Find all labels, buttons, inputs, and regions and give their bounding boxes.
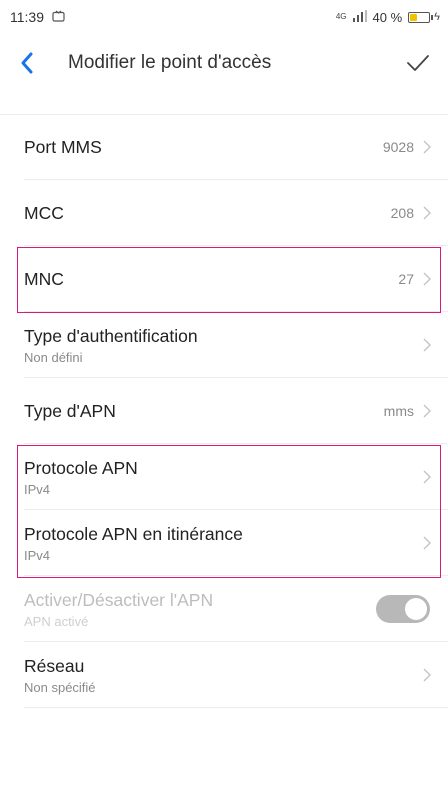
- signal-icon: [352, 9, 367, 25]
- notification-icon: [52, 9, 65, 25]
- row-text: Protocole APN IPv4: [24, 458, 422, 497]
- setting-row-auth-type[interactable]: Type d'authentification Non défini: [0, 312, 448, 378]
- status-left: 11:39: [10, 9, 65, 25]
- chevron-left-icon: [21, 52, 33, 74]
- chevron-right-icon: [423, 536, 431, 550]
- row-text: Réseau Non spécifié: [24, 656, 422, 695]
- setting-subtitle: IPv4: [24, 547, 51, 563]
- chevron-right-icon: [423, 272, 431, 286]
- settings-list: Port MMS 9028 MCC 208 MNC 27 Type d'auth…: [0, 114, 448, 708]
- setting-value: 9028: [382, 139, 414, 155]
- row-text: Protocole APN en itinérance IPv4: [24, 524, 422, 563]
- clock: 11:39: [10, 9, 44, 25]
- setting-row-apn-enable: Activer/Désactiver l'APN APN activé: [0, 576, 448, 642]
- setting-row-port-mms[interactable]: Port MMS 9028: [0, 114, 448, 180]
- setting-label: Port MMS: [24, 136, 102, 157]
- back-button[interactable]: [20, 48, 50, 78]
- battery-percent: 40 %: [372, 9, 403, 25]
- battery-icon: ϟ: [408, 11, 440, 23]
- row-text: Type d'APN: [24, 401, 384, 422]
- status-right: 4G 40 % ϟ: [335, 9, 440, 25]
- page-title: Modifier le point d'accès: [68, 52, 272, 73]
- setting-value: 208: [390, 205, 414, 221]
- setting-row-mnc[interactable]: MNC 27: [0, 246, 448, 312]
- setting-row-network[interactable]: Réseau Non spécifié: [0, 642, 448, 708]
- setting-label: Activer/Désactiver l'APN: [24, 589, 214, 610]
- setting-subtitle: Non défini: [24, 349, 83, 365]
- chevron-right-icon: [423, 206, 431, 220]
- row-text: Port MMS: [24, 137, 383, 158]
- setting-label: Type d'APN: [24, 400, 116, 421]
- chevron-right-icon: [423, 140, 431, 154]
- row-text: Activer/Désactiver l'APN APN activé: [24, 590, 376, 629]
- setting-label: Protocole APN: [24, 457, 138, 478]
- row-text: MNC: [24, 269, 398, 290]
- chevron-right-icon: [423, 668, 431, 682]
- toggle-knob: [405, 598, 427, 620]
- setting-label: MNC: [24, 268, 64, 289]
- status-bar: 11:39 4G 40 % ϟ: [0, 0, 448, 34]
- setting-value: 27: [398, 271, 414, 287]
- chevron-right-icon: [423, 338, 431, 352]
- row-text: MCC: [24, 203, 391, 224]
- setting-label: Protocole APN en itinérance: [24, 523, 243, 544]
- setting-label: Réseau: [24, 655, 85, 676]
- chevron-right-icon: [423, 404, 431, 418]
- apn-enable-toggle: [376, 595, 430, 623]
- setting-row-apn-type[interactable]: Type d'APN mms: [0, 378, 448, 444]
- setting-subtitle: Non spécifié: [24, 679, 96, 695]
- row-text: Type d'authentification Non défini: [24, 326, 422, 365]
- title-bar: Modifier le point d'accès: [0, 40, 448, 86]
- checkmark-icon: [407, 55, 429, 71]
- setting-value: mms: [383, 403, 414, 419]
- setting-label: Type d'authentification: [24, 325, 198, 346]
- setting-row-apn-protocol[interactable]: Protocole APN IPv4: [0, 444, 448, 510]
- chevron-right-icon: [423, 470, 431, 484]
- setting-subtitle: APN activé: [24, 613, 89, 629]
- screen: 11:39 4G 40 % ϟ Modifier le point d'accè…: [0, 0, 448, 796]
- setting-subtitle: IPv4: [24, 481, 51, 497]
- setting-row-apn-roaming-protocol[interactable]: Protocole APN en itinérance IPv4: [0, 510, 448, 576]
- setting-row-mcc[interactable]: MCC 208: [0, 180, 448, 246]
- setting-label: MCC: [24, 202, 64, 223]
- network-type-icon: 4G: [335, 12, 347, 21]
- confirm-button[interactable]: [402, 47, 434, 79]
- charging-icon: ϟ: [434, 11, 440, 23]
